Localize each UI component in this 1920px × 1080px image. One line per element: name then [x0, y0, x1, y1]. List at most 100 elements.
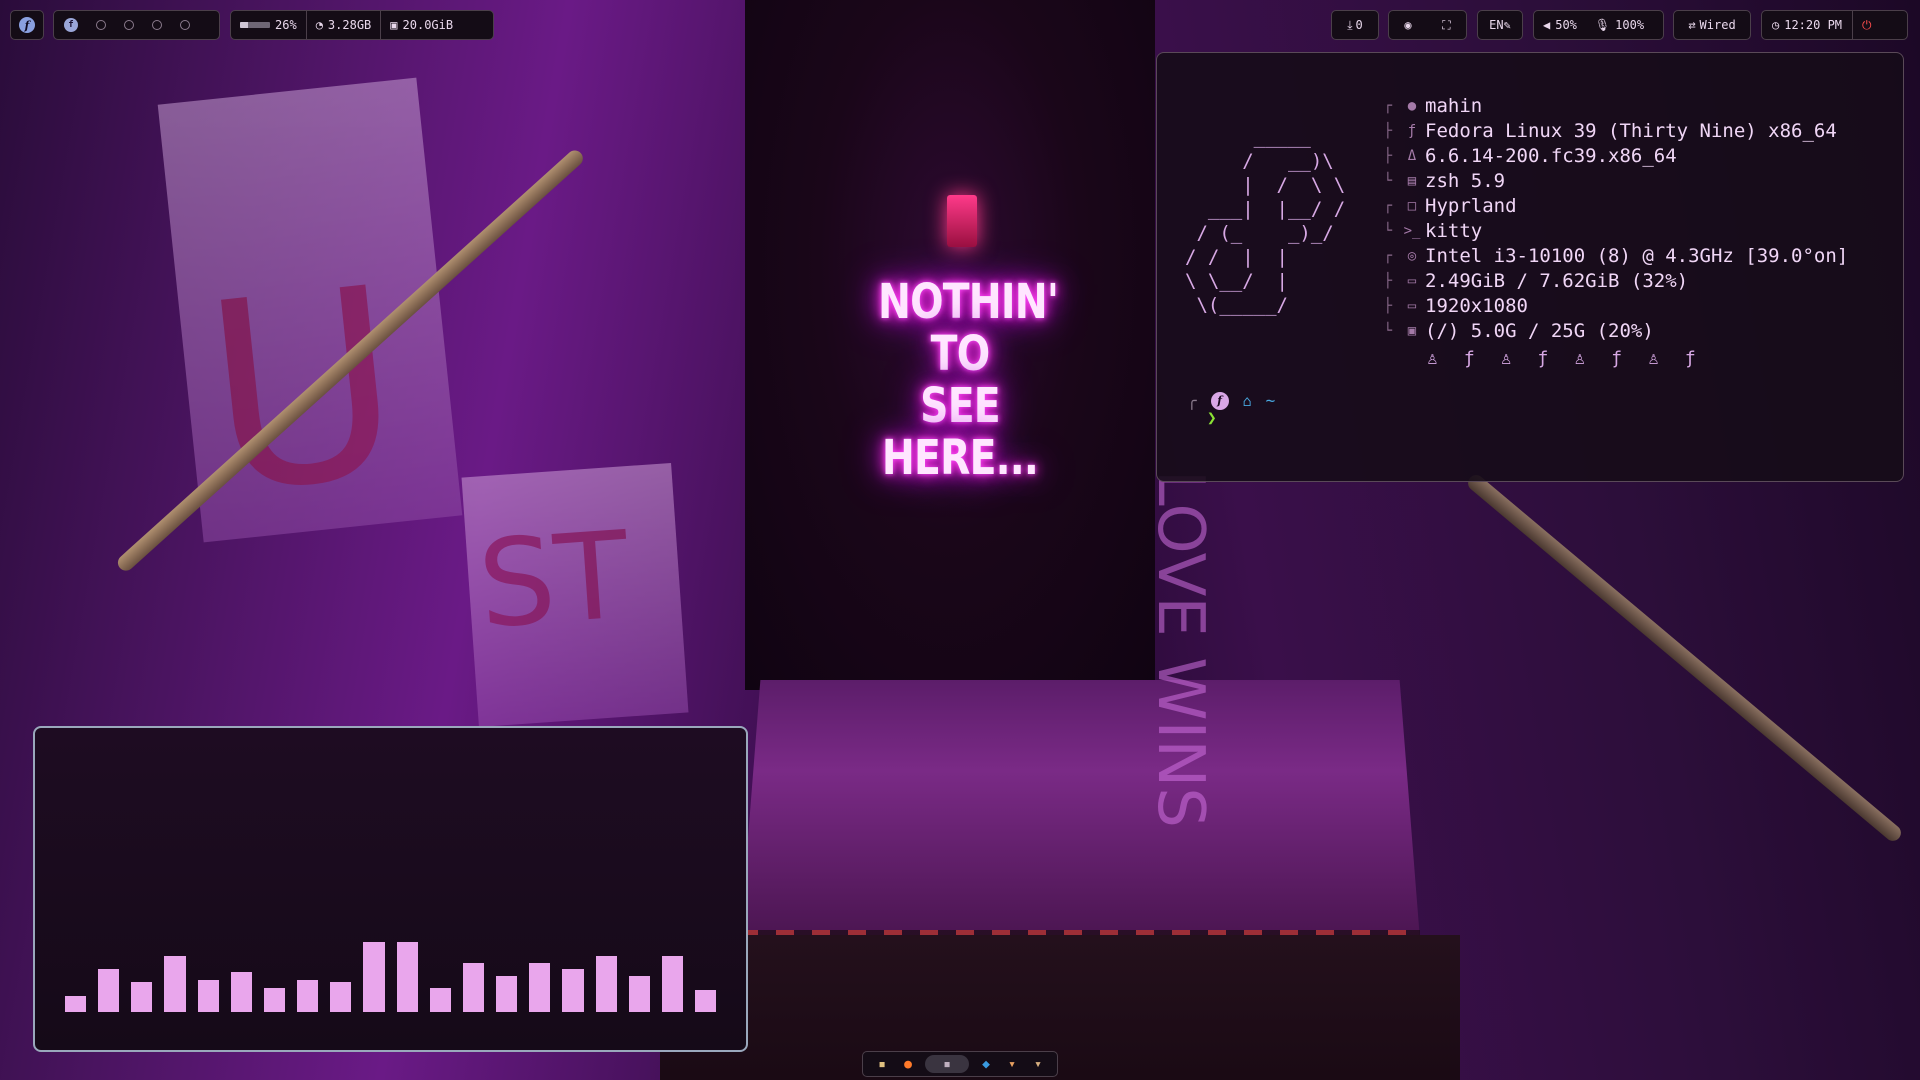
- user-icon: ●: [1407, 97, 1417, 114]
- neon-line-2: SEE HERE...: [881, 378, 1039, 486]
- visualizer-bar: [529, 963, 551, 1012]
- updates-count: 0: [1355, 18, 1363, 32]
- fedora-ascii-logo: _____ / __)\ | / \ \ ___| |__/ / / (_ _)…: [1185, 126, 1346, 316]
- home-icon: ⌂: [1242, 391, 1252, 410]
- dock: ▪ ● ▪ ◆ ▾ ▾: [862, 1051, 1058, 1077]
- tux-icon: ♙: [1427, 348, 1438, 369]
- info-line: ├ ▭ 1920x1080: [1383, 294, 1528, 317]
- fedora-icon: ƒ: [1463, 348, 1475, 369]
- volume-control[interactable]: ◀ 50%: [1534, 11, 1586, 39]
- updates-indicator[interactable]: ⤓ 0: [1331, 10, 1379, 40]
- record-icon[interactable]: ◉: [1404, 18, 1411, 32]
- power-button[interactable]: ⏻: [1852, 11, 1881, 39]
- terminal-icon[interactable]: ▪: [925, 1055, 969, 1073]
- keyboard-layout-label: EN: [1489, 18, 1504, 32]
- info-user: mahin: [1425, 94, 1483, 117]
- kitty-icon[interactable]: ▾: [1029, 1055, 1047, 1073]
- fedora-logo-icon: f: [19, 17, 35, 33]
- fedora-icon: f: [1210, 391, 1229, 410]
- cpu-label: 26%: [275, 18, 297, 32]
- prompt-directory: ~: [1265, 391, 1276, 410]
- cpu-icon: ◎: [1407, 247, 1417, 264]
- file-manager-icon[interactable]: ▾: [1003, 1055, 1021, 1073]
- info-line: └ >_ kitty: [1383, 219, 1483, 242]
- display-icon: ▭: [1407, 297, 1417, 314]
- workspace-4-button[interactable]: [152, 20, 162, 30]
- network-indicator[interactable]: ⇄ Wired: [1673, 10, 1751, 40]
- tux-icon: ♙: [1648, 348, 1659, 369]
- info-line: ├ ƒ Fedora Linux 39 (Thirty Nine) x86_64: [1383, 119, 1837, 142]
- download-icon: ⤓: [1347, 17, 1353, 32]
- wallpaper-stairs: [660, 935, 1460, 1080]
- info-resolution: 1920x1080: [1425, 294, 1528, 317]
- visualizer-bar: [98, 968, 120, 1012]
- info-line: ┌ □ Hyprland: [1383, 194, 1517, 217]
- firefox-icon[interactable]: ●: [899, 1055, 917, 1073]
- workspace-2-button[interactable]: [96, 20, 106, 30]
- workspace-5-button[interactable]: [180, 20, 190, 30]
- visualizer-bar: [595, 956, 617, 1012]
- audio-visualizer-window[interactable]: [33, 726, 748, 1052]
- workspaces: f: [53, 10, 220, 40]
- info-line: ├ Δ 6.6.14-200.fc39.x86_64: [1383, 144, 1677, 167]
- neon-line-1: NOTHIN' TO: [878, 274, 1059, 382]
- terminal-icon: >_: [1403, 222, 1421, 239]
- app-menu-button[interactable]: f: [10, 10, 44, 40]
- kitty-terminal-window[interactable]: _____ / __)\ | / \ \ ___| |__/ / / (_ _)…: [1156, 52, 1904, 482]
- cpu-bar-fill: [240, 22, 248, 28]
- info-line: ├ ▭ 2.49GiB / 7.62GiB (32%): [1383, 269, 1689, 292]
- info-line: └ ▤ zsh 5.9: [1383, 169, 1506, 192]
- speaker-icon: ◀: [1543, 18, 1551, 32]
- tux-icon: ♙: [1500, 348, 1512, 369]
- screenshot-icon[interactable]: ⛶: [1442, 18, 1450, 33]
- disk-icon: ▣: [1407, 322, 1417, 339]
- kernel-icon: Δ: [1407, 147, 1417, 164]
- info-kernel: 6.6.14-200.fc39.x86_64: [1425, 144, 1677, 167]
- visualizer-bar: [230, 972, 252, 1012]
- info-disk: (/) 5.0G / 25G (20%): [1425, 319, 1654, 342]
- visualizer-bar: [462, 963, 485, 1012]
- pen-icon: ✎: [1503, 18, 1511, 32]
- wallpaper-lamp: [947, 195, 977, 247]
- prompt-char: ❯: [1207, 408, 1217, 427]
- cpu-usage[interactable]: 26%: [231, 11, 306, 39]
- visualizer-bar: [661, 956, 683, 1012]
- vscode-icon[interactable]: ◆: [977, 1055, 995, 1073]
- info-terminal: kitty: [1425, 219, 1483, 242]
- prompt-bracket: ╭: [1187, 391, 1197, 410]
- tux-icon: ♙: [1574, 348, 1586, 369]
- volume-label: 50%: [1555, 18, 1577, 32]
- disk-label: 20.0GiB: [402, 18, 454, 32]
- cpu-bar: [240, 22, 270, 28]
- memory-label: 3.28GB: [327, 18, 372, 32]
- wm-icon: □: [1407, 197, 1417, 214]
- clock-icon: ◷: [1772, 18, 1780, 32]
- disk-usage[interactable]: ▣ 20.0GiB: [380, 11, 462, 39]
- microphone-icon: 🎙: [1594, 18, 1611, 32]
- clock-and-power: ◷ 12:20 PM ⏻: [1761, 10, 1908, 40]
- system-monitor-icon[interactable]: ▪: [873, 1055, 891, 1073]
- visualizer-bar: [694, 990, 717, 1012]
- shell-icon: ▤: [1407, 172, 1417, 189]
- info-line: ┌ ● mahin: [1383, 94, 1483, 117]
- info-line: ┌ ◎ Intel i3-10100 (8) @ 4.3GHz [39.0°on]: [1383, 244, 1849, 267]
- info-memory: 2.49GiB / 7.62GiB (32%): [1425, 269, 1689, 292]
- workspace-3-button[interactable]: [124, 20, 134, 30]
- memory-usage[interactable]: ◔ 3.28GB: [305, 11, 381, 39]
- workspace-1-button[interactable]: f: [64, 18, 78, 32]
- os-icon: ƒ: [1407, 122, 1417, 139]
- clock-label: 12:20 PM: [1784, 18, 1843, 32]
- keyboard-layout[interactable]: EN ✎: [1477, 10, 1523, 40]
- disk-icon: ▣: [390, 18, 398, 32]
- info-os: Fedora Linux 39 (Thirty Nine) x86_64: [1425, 119, 1837, 142]
- system-info-list: ┌ ● mahin ├ ƒ Fedora Linux 39 (Thirty Nine) …: [1377, 93, 1848, 343]
- wallpaper-floor: [740, 680, 1420, 940]
- wallpaper-neon-sign: NOTHIN' TO SEE HERE...: [860, 276, 1060, 484]
- visualizer-bar: [562, 968, 584, 1012]
- capture-tools: ◉ ⛶: [1388, 10, 1467, 40]
- mic-label: 100%: [1615, 18, 1645, 32]
- mic-control[interactable]: 🎙 100%: [1586, 11, 1653, 39]
- shell-prompt[interactable]: ╭ f ⌂ ~ ❯: [1187, 391, 1275, 427]
- clock[interactable]: ◷ 12:20 PM: [1762, 11, 1852, 39]
- info-wm: Hyprland: [1425, 194, 1517, 217]
